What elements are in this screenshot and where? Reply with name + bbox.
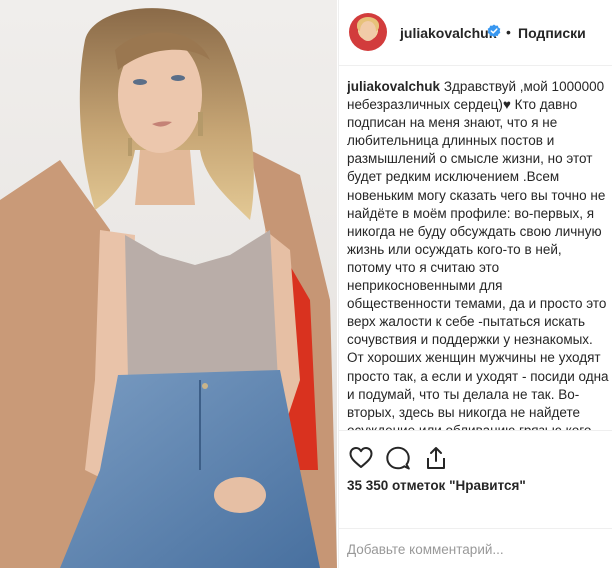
post-sidebar: juliakovalchuk • Подписки juliakovalchuk… (338, 0, 612, 568)
caption-text: Здравствуй ,мой 1000000 небезразличных с… (347, 79, 609, 430)
avatar[interactable] (349, 13, 387, 51)
avatar-face (360, 21, 376, 41)
share-icon[interactable] (423, 445, 449, 471)
post-photo[interactable] (0, 0, 337, 568)
comment-input[interactable] (347, 537, 607, 561)
post-photo-illustration (0, 0, 337, 568)
verified-badge-icon (487, 24, 501, 38)
post-caption: juliakovalchuk Здравствуй ,мой 1000000 н… (347, 78, 609, 430)
likes-count[interactable]: 35 350 отметок "Нравится" (347, 478, 526, 493)
caption-username[interactable]: juliakovalchuk (347, 79, 440, 94)
following-button[interactable]: Подписки (518, 25, 586, 41)
comment-bar (339, 528, 612, 569)
action-bar: 35 350 отметок "Нравится" (339, 430, 612, 541)
heart-icon[interactable] (348, 445, 374, 471)
post-header: juliakovalchuk • Подписки (339, 0, 612, 66)
comment-bubble-icon[interactable] (385, 445, 411, 471)
username-link[interactable]: juliakovalchuk (400, 25, 496, 41)
header-separator: • (506, 24, 511, 40)
